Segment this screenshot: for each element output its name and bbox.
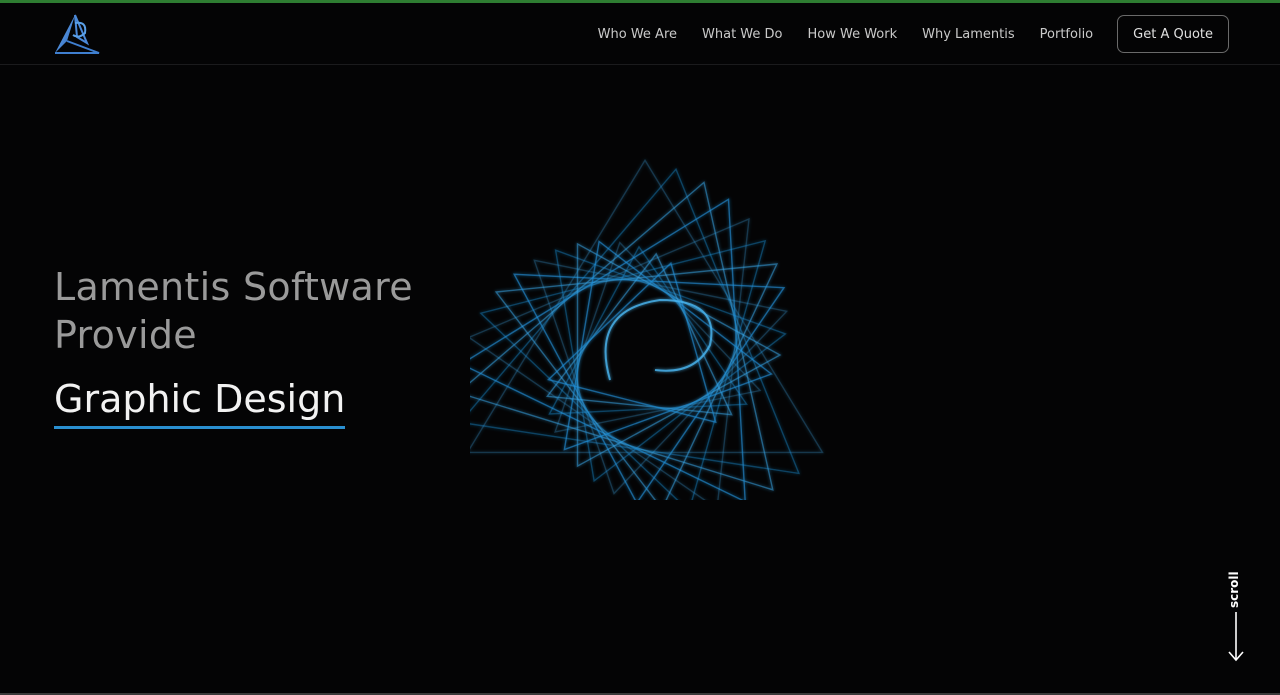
lamentis-logo-icon[interactable] (53, 13, 101, 57)
hero-text: Lamentis Software Provide Graphic Design (54, 263, 413, 429)
nav-what-we-do[interactable]: What We Do (702, 27, 782, 42)
nav-who-we-are[interactable]: Who We Are (598, 27, 677, 42)
site-header: Who We Are What We Do How We Work Why La… (0, 3, 1280, 65)
scroll-label: scroll (1227, 571, 1241, 608)
nav-portfolio[interactable]: Portfolio (1040, 27, 1093, 42)
spiral-triangle-graphic (470, 158, 824, 500)
rotating-service-text: Graphic Design (54, 376, 346, 429)
get-a-quote-button[interactable]: Get A Quote (1117, 15, 1229, 53)
scroll-indicator[interactable]: scroll (1221, 568, 1251, 664)
landing-page: Who We Are What We Do How We Work Why La… (0, 0, 1280, 695)
headline-line-1: Lamentis Software (54, 265, 413, 309)
hero-headline: Lamentis Software Provide (54, 263, 413, 359)
headline-line-2: Provide (54, 313, 197, 357)
nav-how-we-work[interactable]: How We Work (808, 27, 898, 42)
main-nav: Who We Are What We Do How We Work Why La… (598, 15, 1229, 53)
nav-why-lamentis[interactable]: Why Lamentis (922, 27, 1015, 42)
arrow-down-icon (1228, 612, 1244, 662)
